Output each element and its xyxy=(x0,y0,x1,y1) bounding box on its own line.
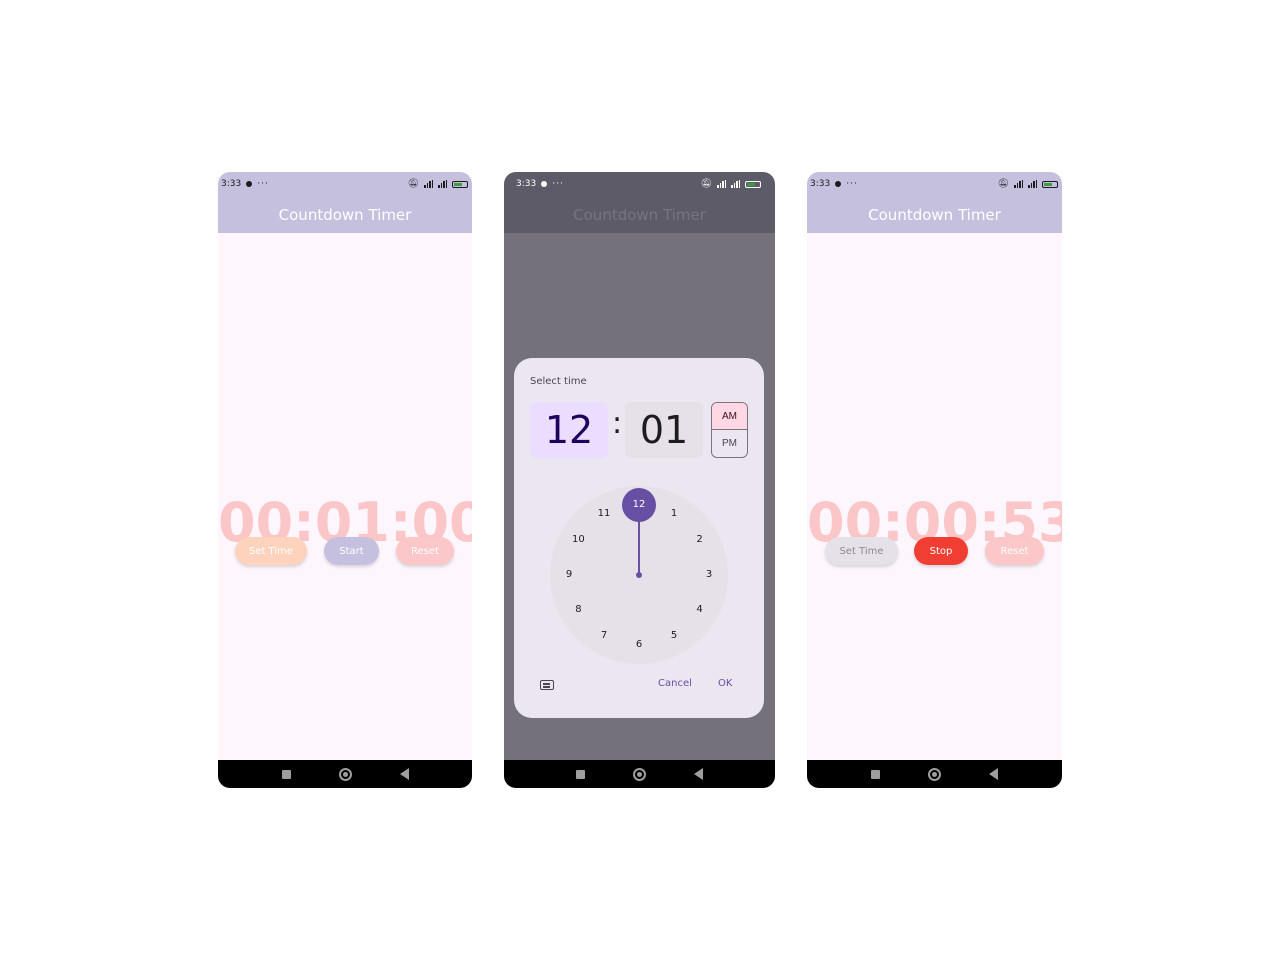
ok-button[interactable]: OK xyxy=(718,678,732,689)
clock-number-4[interactable]: 4 xyxy=(690,603,710,617)
signal-icon xyxy=(1028,180,1037,188)
clock-number-7[interactable]: 7 xyxy=(594,629,614,643)
home-icon[interactable] xyxy=(338,767,352,781)
more-notifications-icon: ··· xyxy=(257,179,269,189)
timer-content: 00:00:53 Set Time Stop Reset xyxy=(807,233,1062,760)
status-bar: 3:33 ··· 🔕︎ xyxy=(807,172,1062,196)
dialog-title: Select time xyxy=(530,376,587,387)
clock-dial[interactable]: 12 1 2 3 4 5 6 7 8 9 10 11 xyxy=(550,486,728,664)
home-icon[interactable] xyxy=(928,767,941,781)
clock-number-3[interactable]: 3 xyxy=(699,568,719,582)
clock-number-9[interactable]: 9 xyxy=(559,568,579,582)
time-separator: : xyxy=(612,406,623,441)
navigation-bar xyxy=(807,760,1062,788)
cancel-button[interactable]: Cancel xyxy=(658,678,692,689)
keyboard-icon[interactable] xyxy=(540,680,554,690)
status-bar: 3:33 ··· 🔕︎ xyxy=(504,172,775,196)
navigation-bar xyxy=(218,760,472,788)
app-bar: Countdown Timer xyxy=(218,196,472,233)
app-bar: Countdown Timer xyxy=(807,196,1062,233)
stop-button[interactable]: Stop xyxy=(914,537,968,565)
am-pm-toggle: AM PM xyxy=(711,402,748,458)
battery-icon xyxy=(745,180,761,188)
hour-selector[interactable]: 12 xyxy=(530,402,608,458)
mute-bell-icon: 🔕︎ xyxy=(407,179,419,189)
chat-notification-icon xyxy=(541,181,548,187)
phone-screen-initial: 3:33 ··· 🔕︎ Countdown Timer 00:01:00 Set… xyxy=(218,172,472,788)
status-time: 3:33 xyxy=(221,179,242,189)
clock-number-12[interactable]: 12 xyxy=(629,498,649,512)
pm-button[interactable]: PM xyxy=(712,430,747,457)
phone-screen-time-picker: 3:33 ··· 🔕︎ Countdown Timer Select time … xyxy=(504,172,775,788)
mute-bell-icon: 🔕︎ xyxy=(997,179,1009,189)
signal-icon xyxy=(1014,180,1023,188)
chat-notification-icon xyxy=(835,181,842,187)
signal-icon xyxy=(438,180,447,188)
reset-button[interactable]: Reset xyxy=(985,537,1044,565)
app-title: Countdown Timer xyxy=(278,205,412,224)
clock-number-5[interactable]: 5 xyxy=(664,629,684,643)
clock-number-8[interactable]: 8 xyxy=(568,603,588,617)
battery-icon xyxy=(452,180,468,188)
navigation-bar xyxy=(504,760,775,788)
signal-icon xyxy=(424,180,433,188)
start-button[interactable]: Start xyxy=(324,537,379,565)
mute-bell-icon: 🔕︎ xyxy=(700,179,712,189)
time-picker-dialog: Select time 12 : 01 AM PM 12 1 2 3 4 5 6 7 8 9 10 1… xyxy=(514,358,764,718)
app-bar: Countdown Timer xyxy=(504,196,775,233)
minute-selector[interactable]: 01 xyxy=(625,402,703,458)
clock-number-2[interactable]: 2 xyxy=(690,533,710,547)
signal-icon xyxy=(717,180,726,188)
status-time: 3:33 xyxy=(810,179,831,189)
battery-icon xyxy=(1042,180,1058,188)
phone-screen-running: 3:33 ··· 🔕︎ Countdown Timer 00:00:53 Set… xyxy=(807,172,1062,788)
recent-apps-icon[interactable] xyxy=(281,769,291,779)
clock-number-1[interactable]: 1 xyxy=(664,507,684,521)
back-icon[interactable] xyxy=(989,768,998,780)
clock-number-10[interactable]: 10 xyxy=(568,533,588,547)
back-icon[interactable] xyxy=(694,768,703,780)
am-button[interactable]: AM xyxy=(712,403,747,430)
recent-apps-icon[interactable] xyxy=(576,769,585,779)
status-bar: 3:33 ··· 🔕︎ xyxy=(218,172,472,196)
set-time-button[interactable]: Set Time xyxy=(235,537,307,565)
more-notifications-icon: ··· xyxy=(552,179,564,189)
more-notifications-icon: ··· xyxy=(846,179,858,189)
recent-apps-icon[interactable] xyxy=(871,769,880,779)
back-icon[interactable] xyxy=(399,768,409,780)
status-time: 3:33 xyxy=(516,179,537,189)
scrim-overlay[interactable]: Select time 12 : 01 AM PM 12 1 2 3 4 5 6 7 8 9 10 1… xyxy=(504,233,775,760)
app-title: Countdown Timer xyxy=(573,205,706,224)
set-time-button[interactable]: Set Time xyxy=(825,537,898,565)
app-title: Countdown Timer xyxy=(868,205,1001,224)
reset-button[interactable]: Reset xyxy=(396,537,454,565)
clock-number-6[interactable]: 6 xyxy=(629,638,649,652)
signal-icon xyxy=(731,180,740,188)
home-icon[interactable] xyxy=(633,767,646,781)
chat-notification-icon xyxy=(246,181,253,187)
timer-content: 00:01:00 Set Time Start Reset xyxy=(218,233,472,760)
clock-number-11[interactable]: 11 xyxy=(594,507,614,521)
